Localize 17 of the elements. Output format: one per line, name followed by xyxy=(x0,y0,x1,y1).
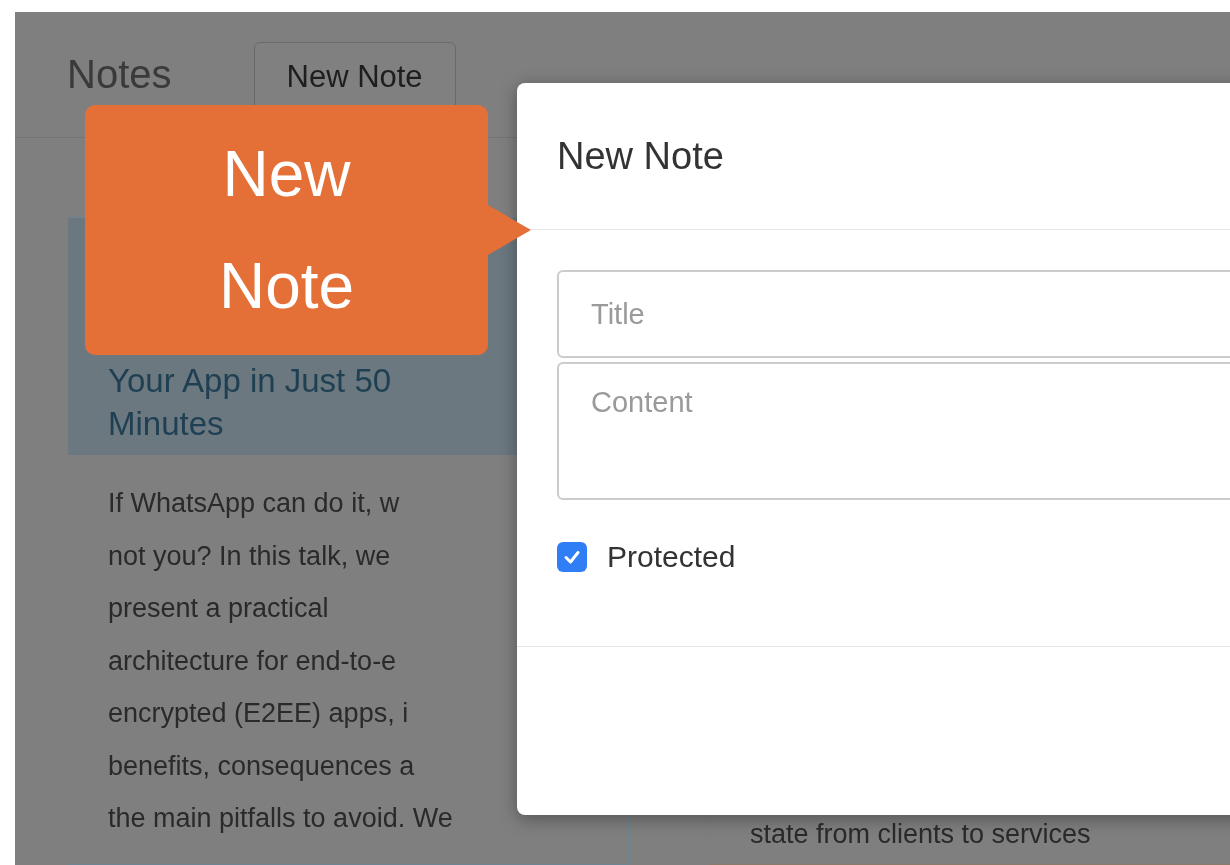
card-text: encrypted (E2EE) apps, i xyxy=(108,697,409,730)
checkbox-label: Protected xyxy=(607,540,736,574)
card-title: Your App in Just 50 xyxy=(108,361,392,401)
card-title: Minutes xyxy=(108,404,224,444)
card-text: If WhatsApp can do it, w xyxy=(108,487,400,520)
dialog-title: New Note xyxy=(557,134,724,178)
card-text: not you? In this talk, we xyxy=(108,539,391,573)
card-text: state from clients to services xyxy=(750,817,1091,851)
card-text: the main pitfalls to avoid. We xyxy=(108,802,453,835)
callout-text: New Note xyxy=(217,137,356,324)
protected-checkbox[interactable] xyxy=(557,542,587,572)
card-text: architecture for end-to-e xyxy=(108,644,397,678)
content-field[interactable]: Content xyxy=(557,362,1230,500)
title-field[interactable]: Title xyxy=(557,270,1230,358)
card-text: benefits, consequences a xyxy=(108,749,415,783)
card-text: present a practical xyxy=(108,592,329,625)
app-brand[interactable]: Notes xyxy=(67,52,172,97)
